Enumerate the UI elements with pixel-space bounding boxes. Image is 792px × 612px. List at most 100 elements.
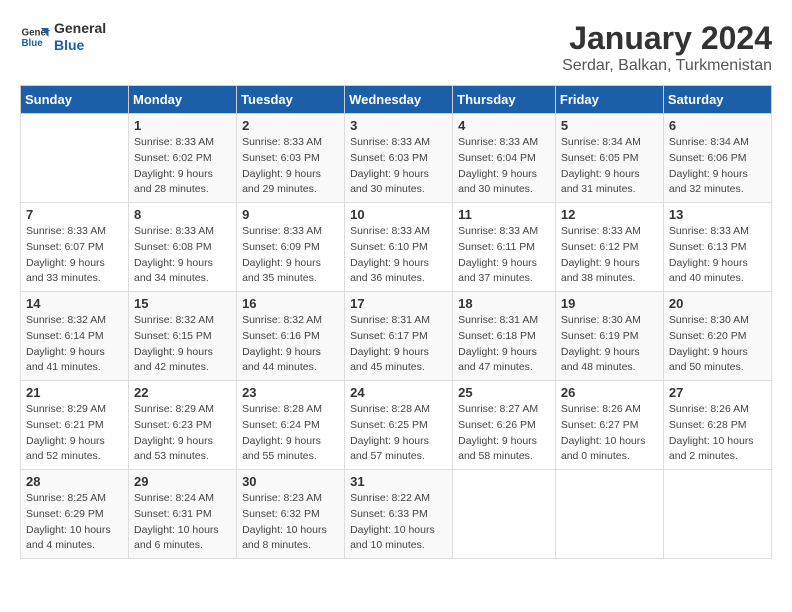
header-cell-monday: Monday [129,86,237,114]
week-row-2: 14 Sunrise: 8:32 AM Sunset: 6:14 PM Dayli… [21,292,772,381]
day-number: 26 [561,385,658,400]
header-cell-thursday: Thursday [453,86,556,114]
calendar-cell: 20Sunrise: 8:30 AM Sunset: 6:20 PM Dayli… [663,292,771,381]
day-info: Sunrise: 8:33 AM Sunset: 6:12 PM Dayligh… [561,224,658,287]
day-number: 31 [350,474,447,489]
calendar-cell: 16Sunrise: 8:32 AM Sunset: 6:16 PM Dayli… [237,292,345,381]
calendar-cell: 6 Sunrise: 8:34 AM Sunset: 6:06 PM Daylig… [663,114,771,203]
calendar-cell: 17 Sunrise: 8:31 AM Sunset: 6:17 PM Dayli… [345,292,453,381]
calendar-cell: 31 Sunrise: 8:22 AM Sunset: 6:33 PM Dayli… [345,470,453,559]
calendar-cell: 25Sunrise: 8:27 AM Sunset: 6:26 PM Dayli… [453,381,556,470]
day-number: 21 [26,385,123,400]
day-info: Sunrise: 8:34 AM Sunset: 6:06 PM Dayligh… [669,135,766,198]
day-info: Sunrise: 8:28 AM Sunset: 6:25 PM Dayligh… [350,402,447,465]
logo-text-blue: Blue [54,37,106,54]
day-info: Sunrise: 8:33 AM Sunset: 6:11 PM Dayligh… [458,224,550,287]
day-number: 12 [561,207,658,222]
calendar-cell: 26 Sunrise: 8:26 AM Sunset: 6:27 PM Dayli… [555,381,663,470]
calendar-cell: 18 Sunrise: 8:31 AM Sunset: 6:18 PM Dayli… [453,292,556,381]
logo-text-general: General [54,20,106,37]
day-number: 17 [350,296,447,311]
day-info: Sunrise: 8:30 AM Sunset: 6:20 PM Dayligh… [669,313,766,376]
calendar-cell: 15 Sunrise: 8:32 AM Sunset: 6:15 PM Dayli… [129,292,237,381]
day-info: Sunrise: 8:33 AM Sunset: 6:04 PM Dayligh… [458,135,550,198]
header-cell-wednesday: Wednesday [345,86,453,114]
day-info: Sunrise: 8:24 AM Sunset: 6:31 PM Dayligh… [134,491,231,554]
day-number: 14 [26,296,123,311]
day-info: Sunrise: 8:33 AM Sunset: 6:09 PM Dayligh… [242,224,339,287]
calendar-subtitle: Serdar, Balkan, Turkmenistan [562,57,772,75]
day-number: 22 [134,385,231,400]
day-number: 24 [350,385,447,400]
calendar-cell [555,470,663,559]
day-info: Sunrise: 8:26 AM Sunset: 6:27 PM Dayligh… [561,402,658,465]
day-info: Sunrise: 8:31 AM Sunset: 6:18 PM Dayligh… [458,313,550,376]
day-info: Sunrise: 8:31 AM Sunset: 6:17 PM Dayligh… [350,313,447,376]
day-info: Sunrise: 8:32 AM Sunset: 6:14 PM Dayligh… [26,313,123,376]
day-number: 2 [242,118,339,133]
day-number: 3 [350,118,447,133]
day-info: Sunrise: 8:32 AM Sunset: 6:15 PM Dayligh… [134,313,231,376]
day-number: 23 [242,385,339,400]
calendar-cell: 7 Sunrise: 8:33 AM Sunset: 6:07 PM Daylig… [21,203,129,292]
day-info: Sunrise: 8:33 AM Sunset: 6:08 PM Dayligh… [134,224,231,287]
day-number: 19 [561,296,658,311]
calendar-cell: 10Sunrise: 8:33 AM Sunset: 6:10 PM Dayli… [345,203,453,292]
calendar-cell: 28 Sunrise: 8:25 AM Sunset: 6:29 PM Dayli… [21,470,129,559]
day-number: 13 [669,207,766,222]
calendar-cell: 29Sunrise: 8:24 AM Sunset: 6:31 PM Dayli… [129,470,237,559]
calendar-cell: 4 Sunrise: 8:33 AM Sunset: 6:04 PM Daylig… [453,114,556,203]
calendar-cell [21,114,129,203]
week-row-3: 21 Sunrise: 8:29 AM Sunset: 6:21 PM Dayli… [21,381,772,470]
header-cell-friday: Friday [555,86,663,114]
day-number: 30 [242,474,339,489]
calendar-cell: 13 Sunrise: 8:33 AM Sunset: 6:13 PM Dayli… [663,203,771,292]
calendar-cell: 3 Sunrise: 8:33 AM Sunset: 6:03 PM Daylig… [345,114,453,203]
calendar-cell: 23 Sunrise: 8:28 AM Sunset: 6:24 PM Dayli… [237,381,345,470]
day-info: Sunrise: 8:33 AM Sunset: 6:13 PM Dayligh… [669,224,766,287]
logo-icon: General Blue [20,22,50,52]
day-info: Sunrise: 8:26 AM Sunset: 6:28 PM Dayligh… [669,402,766,465]
calendar-table: SundayMondayTuesdayWednesdayThursdayFrid… [20,85,772,559]
title-section: January 2024 Serdar, Balkan, Turkmenista… [562,20,772,75]
day-number: 6 [669,118,766,133]
day-number: 8 [134,207,231,222]
day-info: Sunrise: 8:22 AM Sunset: 6:33 PM Dayligh… [350,491,447,554]
day-info: Sunrise: 8:25 AM Sunset: 6:29 PM Dayligh… [26,491,123,554]
calendar-cell: 12 Sunrise: 8:33 AM Sunset: 6:12 PM Dayli… [555,203,663,292]
day-number: 11 [458,207,550,222]
day-info: Sunrise: 8:32 AM Sunset: 6:16 PM Dayligh… [242,313,339,376]
header-cell-sunday: Sunday [21,86,129,114]
calendar-cell: 5Sunrise: 8:34 AM Sunset: 6:05 PM Daylig… [555,114,663,203]
calendar-cell: 22Sunrise: 8:29 AM Sunset: 6:23 PM Dayli… [129,381,237,470]
day-number: 4 [458,118,550,133]
header-cell-saturday: Saturday [663,86,771,114]
calendar-cell: 24 Sunrise: 8:28 AM Sunset: 6:25 PM Dayli… [345,381,453,470]
day-number: 18 [458,296,550,311]
calendar-cell: 9Sunrise: 8:33 AM Sunset: 6:09 PM Daylig… [237,203,345,292]
calendar-cell: 27 Sunrise: 8:26 AM Sunset: 6:28 PM Dayli… [663,381,771,470]
day-info: Sunrise: 8:33 AM Sunset: 6:03 PM Dayligh… [242,135,339,198]
calendar-cell: 14 Sunrise: 8:32 AM Sunset: 6:14 PM Dayli… [21,292,129,381]
day-number: 27 [669,385,766,400]
day-number: 7 [26,207,123,222]
week-row-0: 1Sunrise: 8:33 AM Sunset: 6:02 PM Daylig… [21,114,772,203]
day-number: 15 [134,296,231,311]
calendar-cell: 2 Sunrise: 8:33 AM Sunset: 6:03 PM Daylig… [237,114,345,203]
day-info: Sunrise: 8:27 AM Sunset: 6:26 PM Dayligh… [458,402,550,465]
logo: General Blue General Blue [20,20,106,54]
calendar-cell: 8 Sunrise: 8:33 AM Sunset: 6:08 PM Daylig… [129,203,237,292]
day-info: Sunrise: 8:29 AM Sunset: 6:21 PM Dayligh… [26,402,123,465]
calendar-cell: 19 Sunrise: 8:30 AM Sunset: 6:19 PM Dayli… [555,292,663,381]
header: General Blue General Blue January 2024 S… [20,20,772,75]
calendar-cell: 11 Sunrise: 8:33 AM Sunset: 6:11 PM Dayli… [453,203,556,292]
day-number: 28 [26,474,123,489]
day-number: 1 [134,118,231,133]
day-info: Sunrise: 8:30 AM Sunset: 6:19 PM Dayligh… [561,313,658,376]
day-info: Sunrise: 8:33 AM Sunset: 6:03 PM Dayligh… [350,135,447,198]
day-number: 5 [561,118,658,133]
day-info: Sunrise: 8:28 AM Sunset: 6:24 PM Dayligh… [242,402,339,465]
day-info: Sunrise: 8:33 AM Sunset: 6:07 PM Dayligh… [26,224,123,287]
calendar-cell [663,470,771,559]
week-row-4: 28 Sunrise: 8:25 AM Sunset: 6:29 PM Dayli… [21,470,772,559]
